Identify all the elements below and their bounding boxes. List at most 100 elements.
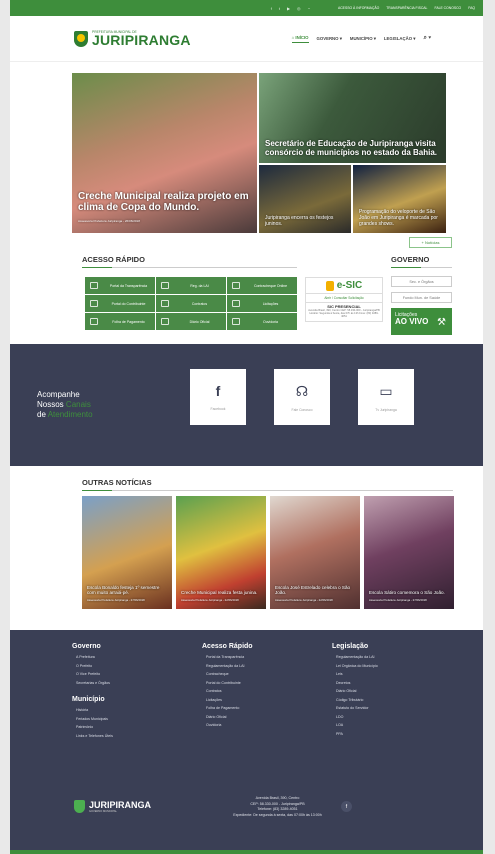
- document-icon: [161, 282, 169, 289]
- news-second[interactable]: Secretário de Educação de Juripiranga vi…: [259, 73, 446, 163]
- top-link-faq[interactable]: FAQ: [468, 6, 475, 10]
- instagram-icon[interactable]: ◎: [297, 6, 301, 11]
- quick-reg-lai[interactable]: Reg. da LAI: [156, 277, 226, 294]
- footer-link[interactable]: Contratos: [202, 687, 253, 696]
- footer: Governo A Prefeitura O Prefeito O Vice P…: [10, 630, 483, 854]
- channel-tv[interactable]: ▭ Tv Juripiranga: [358, 369, 414, 425]
- footer-link[interactable]: História: [72, 706, 113, 715]
- channel-facebook[interactable]: f Facebook: [190, 369, 246, 425]
- top-link-acesso[interactable]: ACESSO À INFORMAÇÃO: [338, 6, 379, 10]
- facebook-icon[interactable]: f: [341, 801, 352, 812]
- quick-licitacoes[interactable]: Licitações: [227, 295, 297, 312]
- footer-link[interactable]: Regulamentação da LAI: [202, 662, 253, 671]
- footer-link[interactable]: Leis: [332, 670, 378, 679]
- channel-fale-conosco[interactable]: ☊ Fale Conosco: [274, 369, 330, 425]
- footer-link[interactable]: Regulamentação da LAI: [332, 653, 378, 662]
- footer-link[interactable]: Contracheque: [202, 670, 253, 679]
- quick-contribuinte[interactable]: Portal do Contribuinte: [85, 295, 155, 312]
- other-news-item[interactable]: Escola Bonaldo festeja 1º semestre com m…: [82, 496, 172, 609]
- footer-link[interactable]: Ouvidoria: [202, 721, 253, 730]
- footer-logo-big: JURIPIRANGA: [89, 800, 152, 810]
- footer-link[interactable]: Lei Orgânica do Município: [332, 662, 378, 671]
- nav-inicio[interactable]: ⌂ INÍCIO: [291, 35, 309, 43]
- news-main-title: Creche Municipal realiza projeto em clim…: [78, 191, 249, 213]
- footer-link[interactable]: LDO: [332, 713, 378, 722]
- facebook-icon[interactable]: f: [271, 6, 272, 11]
- fundo-saude-select[interactable]: Fundo Mun. de Saúde: [391, 292, 452, 303]
- sec-orgaos-select[interactable]: Sec. e Órgãos: [391, 276, 452, 287]
- youtube-icon[interactable]: ▶: [287, 6, 290, 11]
- other-news-grid: Escola Bonaldo festeja 1º semestre com m…: [82, 496, 454, 609]
- logo-big-text: JURIPIRANGA: [92, 32, 191, 48]
- news-small-2[interactable]: Programação do veloporte de São João em …: [353, 165, 446, 233]
- footer-link[interactable]: Portal do Contribuinte: [202, 679, 253, 688]
- footer-link[interactable]: Feriados Municipais: [72, 715, 113, 724]
- contract-icon: [161, 300, 169, 307]
- footer-link[interactable]: Patrimônio: [72, 723, 113, 732]
- search-icon: [90, 282, 98, 289]
- channels-heading: Acompanhe Nossos Canais de Atendimento: [37, 390, 93, 419]
- footer-link[interactable]: Licitações: [202, 696, 253, 705]
- rss-icon[interactable]: ◔: [308, 6, 310, 11]
- header: PREFEITURA MUNICIPAL DE JURIPIRANGA ⌂ IN…: [10, 16, 483, 62]
- other-news-title: OUTRAS NOTÍCIAS: [82, 478, 152, 487]
- channel-label: Facebook: [210, 407, 226, 411]
- other-news-item[interactable]: Escola Sátiro comemora o São João. Assess…: [364, 496, 454, 609]
- esic-logo[interactable]: e-SIC: [305, 277, 383, 294]
- quick-access-title: ACESSO RÁPIDO: [82, 255, 145, 264]
- monitor-icon: ▭: [379, 382, 393, 399]
- governo-divider: [391, 267, 452, 268]
- footer-link[interactable]: Secretarias e Órgãos: [72, 679, 113, 688]
- crest-icon: [74, 30, 88, 47]
- footer-link[interactable]: O Prefeito: [72, 662, 113, 671]
- esic-link[interactable]: Abrir / Consultar Solicitação: [305, 294, 383, 303]
- page: f t ▶ ◎ ◔ ACESSO À INFORMAÇÃO TRANSPARÊN…: [10, 0, 483, 854]
- sic-presencial: SIC PRESENCIAL Avenida Brasil, 390, Cent…: [305, 303, 383, 322]
- bid-icon: [232, 300, 240, 307]
- site-logo[interactable]: PREFEITURA MUNICIPAL DE JURIPIRANGA: [74, 30, 191, 47]
- news-small-1[interactable]: Juripiranga encerra os festejos juninos.: [259, 165, 351, 233]
- channel-label: Fale Conosco: [291, 407, 313, 412]
- footer-link[interactable]: Decretos: [332, 679, 378, 688]
- top-link-fale[interactable]: FALE CONOSCO: [434, 6, 461, 10]
- quick-contratos[interactable]: Contratos: [156, 295, 226, 312]
- more-news-button[interactable]: + Notícias: [409, 237, 452, 248]
- footer-legislacao-title: Legislação: [332, 643, 369, 650]
- footer-acesso-title: Acesso Rápido: [202, 643, 253, 650]
- payslip-icon: [232, 282, 240, 289]
- nav-governo[interactable]: GOVERNO ▾: [317, 36, 342, 42]
- nav-legislacao[interactable]: LEGISLAÇÃO ▾: [384, 36, 416, 42]
- footer-link[interactable]: Folha de Pagamento: [202, 704, 253, 713]
- news-second-title: Secretário de Educação de Juripiranga vi…: [265, 139, 438, 157]
- footer-link[interactable]: A Prefeitura: [72, 653, 113, 662]
- footer-link[interactable]: Diário Oficial: [202, 713, 253, 722]
- footer-link[interactable]: Código Tributário: [332, 696, 378, 705]
- twitter-icon[interactable]: t: [279, 6, 280, 11]
- quick-diario[interactable]: Diário Oficial: [156, 313, 226, 330]
- footer-logo[interactable]: JURIPIRANGA GOVERNO MUNICIPAL: [74, 800, 151, 813]
- footer-address: Avenida Brasil, 390, Centro CEP: 58.330-…: [233, 796, 322, 817]
- top-link-transparencia[interactable]: TRANSPARÊNCIA FISCAL: [386, 6, 427, 10]
- footer-link[interactable]: Diário Oficial: [332, 687, 378, 696]
- licitacoes-ao-vivo-banner[interactable]: Licitações AO VIVO ⚒: [391, 308, 452, 335]
- quick-folha[interactable]: Folha de Pagamento: [85, 313, 155, 330]
- footer-link[interactable]: Links e Telefones Úteis: [72, 732, 113, 741]
- search-icon[interactable]: ⌕ ▾: [423, 35, 431, 42]
- quick-transparencia[interactable]: Portal da Transparência: [85, 277, 155, 294]
- news-main[interactable]: Creche Municipal realiza projeto em clim…: [72, 73, 257, 233]
- footer-link[interactable]: O Vice Prefeito: [72, 670, 113, 679]
- headset-icon: [232, 318, 240, 325]
- facebook-icon: f: [215, 383, 221, 399]
- other-news-item[interactable]: Escola José Estrelado celebra o São João…: [270, 496, 360, 609]
- footer-link[interactable]: LOA: [332, 721, 378, 730]
- other-news-item[interactable]: Creche Municipal realiza festa junina. As…: [176, 496, 266, 609]
- news-small-1-title: Juripiranga encerra os festejos juninos.: [265, 215, 334, 227]
- quick-ouvidoria[interactable]: Ouvidoria: [227, 313, 297, 330]
- governo-title: GOVERNO: [391, 255, 430, 264]
- quick-contracheque[interactable]: Contracheque Online: [227, 277, 297, 294]
- footer-link[interactable]: PPA: [332, 730, 378, 739]
- footer-acesso: Acesso Rápido Portal da Transparência Re…: [202, 642, 253, 730]
- nav-municipio[interactable]: MUNICÍPIO ▾: [350, 36, 376, 42]
- footer-link[interactable]: Estatuto do Servidor: [332, 704, 378, 713]
- footer-link[interactable]: Portal da Transparência: [202, 653, 253, 662]
